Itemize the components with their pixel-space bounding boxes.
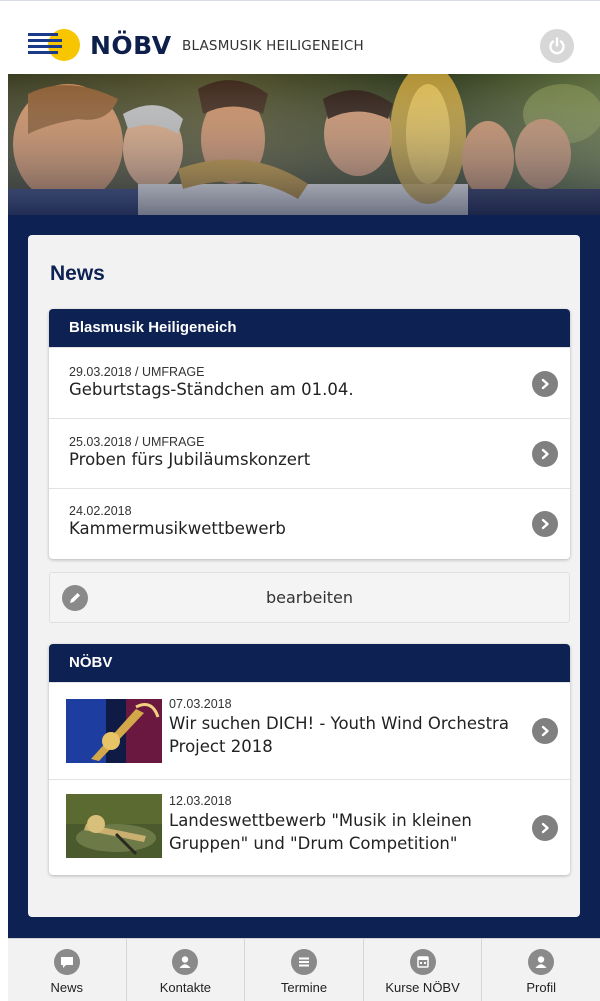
news-item-title: Geburtstags-Ständchen am 01.04. <box>69 380 354 399</box>
local-news-panel: Blasmusik Heiligeneich 29.03.2018 / UMFR… <box>49 309 570 559</box>
banner-image <box>8 74 600 215</box>
news-item[interactable]: 12.03.2018 Landeswettbewerb "Musik in kl… <box>49 779 570 875</box>
news-item-meta: 29.03.2018 / UMFRAGE <box>69 365 205 379</box>
logout-button[interactable] <box>540 29 574 63</box>
main-content: News Blasmusik Heiligeneich 29.03.2018 /… <box>8 215 600 938</box>
list-icon <box>290 949 317 975</box>
news-thumbnail <box>66 699 162 763</box>
chevron-right-icon <box>532 511 558 537</box>
panel-heading: Blasmusik Heiligeneich <box>49 309 570 347</box>
nav-label: Kurse NÖBV <box>385 980 460 995</box>
nav-item-kontakte[interactable]: Kontakte <box>125 939 245 1001</box>
person-icon <box>172 949 199 975</box>
chevron-right-icon <box>532 441 558 467</box>
news-item-title: Kammermusikwettbewerb <box>69 519 286 538</box>
chevron-right-icon <box>532 371 558 397</box>
nav-label: News <box>50 980 84 995</box>
edit-button[interactable]: bearbeiten <box>49 572 570 623</box>
news-thumbnail <box>66 794 162 858</box>
news-item-title: Proben fürs Jubiläumskonzert <box>69 450 311 469</box>
speech-bubble-icon <box>53 949 80 975</box>
nav-item-profil[interactable]: Profil <box>481 939 600 1001</box>
nav-item-termine[interactable]: Termine <box>244 939 363 1001</box>
news-item[interactable]: 07.03.2018 Wir suchen DICH! - Youth Wind… <box>49 682 570 779</box>
person-icon <box>528 949 555 975</box>
news-item-meta: 25.03.2018 / UMFRAGE <box>69 435 205 449</box>
noebv-logo <box>28 29 80 61</box>
calendar-icon <box>409 949 436 975</box>
news-item[interactable]: 25.03.2018 / UMFRAGE Proben fürs Jubiläu… <box>49 418 570 488</box>
news-item-title: Wir suchen DICH! - Youth Wind Orchestra … <box>169 714 509 756</box>
chevron-right-icon <box>532 815 558 841</box>
nav-label: Kontakte <box>159 980 212 995</box>
news-item-meta: 24.02.2018 <box>69 504 132 518</box>
news-item[interactable]: 24.02.2018 Kammermusikwettbewerb <box>49 488 570 559</box>
nav-label: Profil <box>526 980 556 995</box>
brand-name: NÖBV <box>90 31 172 60</box>
panel-heading: NÖBV <box>49 644 570 682</box>
page-title: News <box>50 262 105 285</box>
edit-label: bearbeiten <box>265 588 354 607</box>
noebv-news-panel: NÖBV 07.03.2018 Wir suchen DICH! - Youth… <box>49 644 570 875</box>
organization-name: BLASMUSIK HEILIGENEICH <box>182 38 364 54</box>
chevron-right-icon <box>532 718 558 744</box>
news-item-meta: 12.03.2018 <box>169 794 232 808</box>
nav-item-kurse[interactable]: Kurse NÖBV <box>362 939 482 1001</box>
power-icon <box>549 37 565 55</box>
news-item-title: Landeswettbewerb "Musik in kleinen Grupp… <box>169 811 472 853</box>
news-item[interactable]: 29.03.2018 / UMFRAGE Geburtstags-Ständch… <box>49 347 570 418</box>
news-card: News Blasmusik Heiligeneich 29.03.2018 /… <box>28 235 580 917</box>
bottom-navigation: News Kontakte Termine Kurse NÖBV Profil <box>8 938 600 1001</box>
news-item-meta: 07.03.2018 <box>169 697 232 711</box>
app-header: NÖBV BLASMUSIK HEILIGENEICH <box>0 0 600 74</box>
nav-item-news[interactable]: News <box>8 939 126 1001</box>
nav-label: Termine <box>280 980 328 995</box>
